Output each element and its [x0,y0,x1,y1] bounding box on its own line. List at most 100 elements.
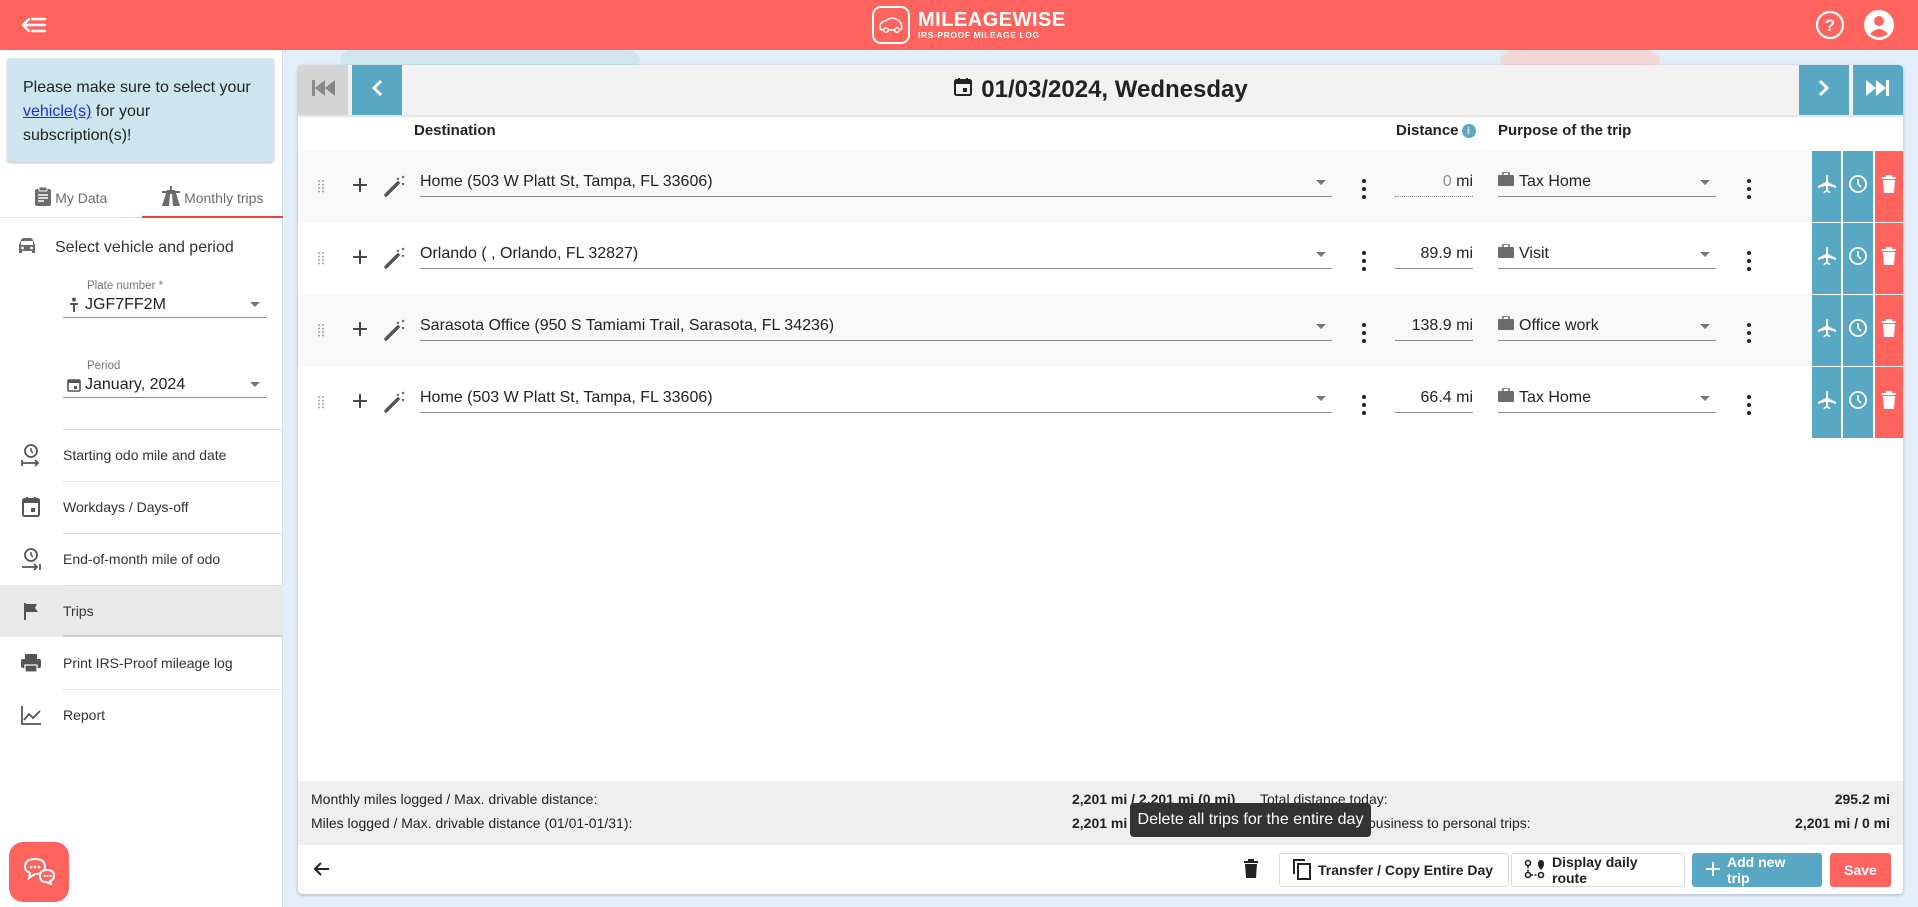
destination-more-icon[interactable] [1361,395,1367,415]
chevron-down-icon [250,382,260,387]
destination-more-icon[interactable] [1361,323,1367,343]
date-navigation: 01/03/2024, Wednesday [298,65,1903,115]
distance-input[interactable]: 89.9 mi [1395,239,1473,269]
last-day-button[interactable] [1853,65,1903,115]
clock-icon [1848,390,1868,415]
ratio-label: business to personal trips: [1368,815,1531,831]
insert-trip-icon[interactable] [349,390,371,412]
drag-handle-icon[interactable] [317,395,325,411]
column-header-purpose: Purpose of the trip [1498,122,1632,139]
sidebar-item-trips[interactable]: Trips [0,585,283,637]
sidebar-item-end-of-month-odo[interactable]: End-of-month mile of odo [0,533,283,585]
purpose-more-icon[interactable] [1746,323,1752,343]
trip-time-button[interactable] [1843,295,1873,366]
chevron-down-icon [1316,396,1326,401]
destination-select[interactable]: Sarasota Office (950 S Tamiami Trail, Sa… [420,311,1332,341]
trip-time-button[interactable] [1843,367,1873,438]
airplane-icon [1817,318,1837,343]
chat-button[interactable] [9,842,69,902]
trip-row: Home (503 W Platt St, Tampa, FL 33606) 6… [298,367,1903,439]
column-header-distance: Distance i [1396,122,1476,139]
insert-trip-icon[interactable] [349,174,371,196]
person-icon [63,297,85,313]
plate-number-select[interactable]: Plate number * JGF7FF2M [63,280,266,318]
sidebar-item-print[interactable]: Print IRS-Proof mileage log [0,637,283,689]
purpose-value: Office work [1519,316,1599,334]
logo[interactable]: MILEAGEWISE IRS-PROOF MILEAGE LOG [872,5,1066,45]
purpose-more-icon[interactable] [1746,395,1752,415]
period-select[interactable]: Period January, 2024 [63,360,266,398]
destination-select[interactable]: Orlando ( , Orlando, FL 32827) [420,239,1332,269]
trip-time-button[interactable] [1843,223,1873,294]
clock-icon [1848,318,1868,343]
distance-input[interactable]: 0 mi [1395,167,1473,197]
add-new-trip-button[interactable]: Add new trip [1692,853,1822,887]
destination-value: Sarasota Office (950 S Tamiami Trail, Sa… [420,316,835,334]
sidebar-item-starting-odo[interactable]: Starting odo mile and date [0,429,283,481]
delete-trip-button[interactable] [1875,223,1903,294]
purpose-select[interactable]: Tax Home [1498,383,1716,413]
save-button[interactable]: Save [1830,853,1891,887]
business-trip-button[interactable] [1812,367,1841,438]
magic-wand-icon[interactable] [383,390,407,414]
distance-input[interactable]: 138.9 mi [1395,311,1473,341]
vehicles-link[interactable]: vehicle(s) [23,103,91,120]
distance-value: 89.9 [1420,245,1452,262]
drag-handle-icon[interactable] [317,251,325,267]
skip-last-icon [1865,78,1891,103]
delete-trip-button[interactable] [1875,367,1903,438]
destination-select[interactable]: Home (503 W Platt St, Tampa, FL 33606) [420,383,1332,413]
purpose-more-icon[interactable] [1746,179,1752,199]
tab-my-data[interactable]: My Data [0,178,142,217]
delete-day-button[interactable] [1243,859,1259,884]
trip-time-button[interactable] [1843,151,1873,222]
first-day-button[interactable] [298,65,348,115]
previous-day-button[interactable] [352,65,402,115]
magic-wand-icon[interactable] [383,246,407,270]
next-day-button[interactable] [1799,65,1849,115]
clock-icon [1848,246,1868,271]
magic-wand-icon[interactable] [383,174,407,198]
trash-icon [1882,175,1896,198]
section-title: Select vehicle and period [55,239,234,256]
destination-more-icon[interactable] [1361,179,1367,199]
account-icon[interactable] [1864,10,1894,40]
drag-handle-icon[interactable] [317,323,325,339]
insert-trip-icon[interactable] [349,318,371,340]
magic-wand-icon[interactable] [383,318,407,342]
car-logo-icon [872,6,910,44]
delete-trip-button[interactable] [1875,151,1903,222]
sidebar-item-report[interactable]: Report [0,689,283,741]
drag-handle-icon[interactable] [317,179,325,195]
distance-input[interactable]: 66.4 mi [1395,383,1473,413]
column-header-destination: Destination [414,122,496,139]
trash-icon [1882,319,1896,342]
business-trip-button[interactable] [1812,295,1841,366]
delete-day-tooltip: Delete all trips for the entire day [1130,803,1371,837]
delete-trip-button[interactable] [1875,295,1903,366]
destination-value: Home (503 W Platt St, Tampa, FL 33606) [420,172,713,190]
back-arrow-icon[interactable] [312,859,332,884]
purpose-select[interactable]: Visit [1498,239,1716,269]
trip-row: Orlando ( , Orlando, FL 32827) 89.9 mi V… [298,223,1903,295]
business-trip-button[interactable] [1812,223,1841,294]
button-label: Display daily route [1552,854,1638,886]
transfer-copy-day-button[interactable]: Transfer / Copy Entire Day [1279,853,1509,887]
purpose-more-icon[interactable] [1746,251,1752,271]
purpose-select[interactable]: Office work [1498,311,1716,341]
logo-title: MILEAGEWISE [918,9,1066,31]
insert-trip-icon[interactable] [349,246,371,268]
info-icon[interactable]: i [1461,124,1476,139]
purpose-select[interactable]: Tax Home [1498,167,1716,197]
sidebar-item-workdays[interactable]: Workdays / Days-off [0,481,283,533]
destination-select[interactable]: Home (503 W Platt St, Tampa, FL 33606) [420,167,1332,197]
help-icon[interactable]: ? [1815,10,1845,40]
menu-collapse-icon[interactable] [20,12,48,38]
business-trip-button[interactable] [1812,151,1841,222]
destination-more-icon[interactable] [1361,251,1367,271]
tab-monthly-trips[interactable]: Monthly trips [141,178,284,218]
chevron-down-icon [1700,252,1710,257]
chevron-down-icon [1700,396,1710,401]
display-daily-route-button[interactable]: Display daily route [1511,853,1685,887]
chevron-down-icon [1700,324,1710,329]
